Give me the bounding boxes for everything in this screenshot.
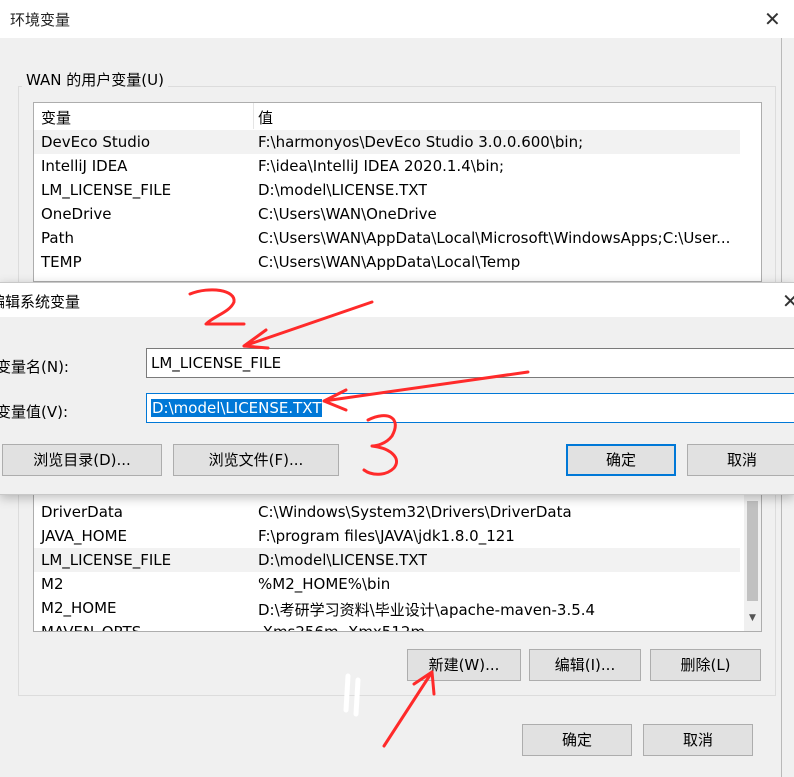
new-variable-button[interactable]: 新建(W)... [407,649,521,681]
outer-ok-button[interactable]: 确定 [522,724,632,756]
var-name: M2 [41,575,64,593]
user-vars-group-label: WAN 的用户变量(U) [22,69,168,90]
table-row[interactable]: TEMP C:\Users\WAN\AppData\Local\Temp [34,250,740,274]
var-name: JAVA_HOME [41,527,128,545]
scroll-down-arrow-icon[interactable]: ▼ [744,610,761,627]
table-row[interactable]: MAVEN_OPTS -Xms256m -Xmx512m [34,620,740,632]
var-name: OneDrive [41,205,112,223]
scrollbar-thumb[interactable] [747,501,758,601]
var-value: F:\idea\IntelliJ IDEA 2020.1.4\bin; [258,157,505,175]
table-row[interactable]: IntelliJ IDEA F:\idea\IntelliJ IDEA 2020… [34,154,740,178]
close-icon[interactable]: ✕ [782,291,794,311]
browse-file-button[interactable]: 浏览文件(F)... [173,444,339,476]
var-value: C:\Users\WAN\AppData\Local\Microsoft\Win… [258,229,731,247]
var-name: IntelliJ IDEA [41,157,128,175]
variable-name-field[interactable]: LM_LICENSE_FILE [146,348,794,378]
var-value: C:\Windows\System32\Drivers\DriverData [258,503,572,521]
var-name: TEMP [41,253,82,271]
var-value: F:\harmonyos\DevEco Studio 3.0.0.600\bin… [258,133,584,151]
variable-value-label: 变量值(V): [0,403,69,421]
outer-dialog-title: 环境变量 [10,11,71,29]
edit-system-variable-dialog: 编辑系统变量 ✕ 变量名(N): LM_LICENSE_FILE 变量值(V):… [0,282,794,495]
var-value: %M2_HOME%\bin [258,575,391,593]
var-value: D:\model\LICENSE.TXT [258,551,428,569]
outer-cancel-button[interactable]: 取消 [643,724,753,756]
variable-value-text: D:\model\LICENSE.TXT [151,399,323,417]
inner-title-bar: 编辑系统变量 ✕ [0,283,794,317]
inner-ok-button[interactable]: 确定 [566,444,676,476]
table-row-selected[interactable]: LM_LICENSE_FILE D:\model\LICENSE.TXT [34,548,740,572]
var-name: DriverData [41,503,123,521]
delete-variable-button[interactable]: 删除(L) [650,649,761,681]
var-name: LM_LICENSE_FILE [41,551,172,569]
column-header-value[interactable]: 值 [258,107,273,128]
column-header-variable[interactable]: 变量 [41,107,71,128]
var-name: LM_LICENSE_FILE [41,181,172,199]
table-row[interactable]: DriverData C:\Windows\System32\Drivers\D… [34,500,740,524]
var-value: D:\考研学习资料\毕业设计\apache-maven-3.5.4 [258,601,596,619]
table-row[interactable]: M2_HOME D:\考研学习资料\毕业设计\apache-maven-3.5.… [34,596,740,620]
variable-name-text: LM_LICENSE_FILE [151,354,282,372]
system-list-scrollbar[interactable]: ▼ [744,491,761,631]
var-name: M2_HOME [41,599,117,617]
var-name: Path [41,229,74,247]
table-row[interactable]: JAVA_HOME F:\program files\JAVA\jdk1.8.0… [34,524,740,548]
column-divider [253,103,254,129]
var-value: C:\Users\WAN\AppData\Local\Temp [258,253,521,271]
variable-value-field[interactable]: D:\model\LICENSE.TXT [146,393,794,423]
var-value: C:\Users\WAN\OneDrive [258,205,437,223]
edit-variable-button[interactable]: 编辑(I)... [529,649,641,681]
list-header: 变量 值 [34,103,761,129]
table-row[interactable]: Path C:\Users\WAN\AppData\Local\Microsof… [34,226,740,250]
outer-title-bar: 环境变量 ✕ [0,0,794,38]
var-value: D:\model\LICENSE.TXT [258,181,428,199]
var-name: MAVEN_OPTS [41,623,142,632]
browse-directory-button[interactable]: 浏览目录(D)... [2,444,162,476]
inner-cancel-button[interactable]: 取消 [687,444,794,476]
variable-name-label: 变量名(N): [0,358,69,376]
user-vars-list[interactable]: 变量 值 DevEco Studio F:\harmonyos\DevEco S… [33,102,762,282]
var-name: DevEco Studio [41,133,151,151]
table-row[interactable]: M2 %M2_HOME%\bin [34,572,740,596]
table-row[interactable]: LM_LICENSE_FILE D:\model\LICENSE.TXT [34,178,740,202]
var-value: -Xms256m -Xmx512m [258,623,426,632]
close-icon[interactable]: ✕ [764,9,781,29]
inner-dialog-title: 编辑系统变量 [0,293,81,311]
table-row[interactable]: DevEco Studio F:\harmonyos\DevEco Studio… [34,130,740,154]
system-vars-list[interactable]: DriverData C:\Windows\System32\Drivers\D… [33,490,762,632]
var-value: F:\program files\JAVA\jdk1.8.0_121 [258,527,515,545]
table-row[interactable]: OneDrive C:\Users\WAN\OneDrive [34,202,740,226]
